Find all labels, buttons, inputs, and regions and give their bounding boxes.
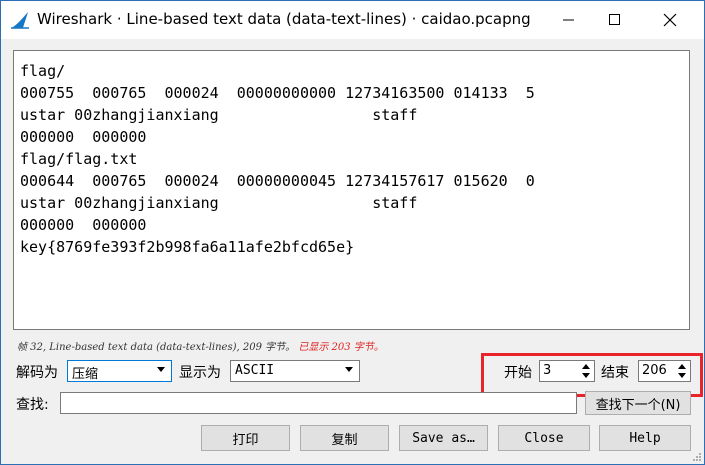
copy-button[interactable]: 复制 — [300, 425, 389, 451]
close-window-button[interactable] — [647, 1, 693, 39]
text-line: 000755 000765 000024 00000000000 1273416… — [20, 84, 535, 102]
maximize-button[interactable] — [592, 1, 638, 39]
status-text: 帧 32, Line-based text data (data-text-li… — [17, 342, 296, 353]
show-as-select[interactable]: ASCII — [230, 360, 360, 382]
show-as-value: ASCII — [235, 363, 275, 378]
find-label: 查找: — [16, 397, 49, 413]
decode-as-value: 压缩 — [72, 367, 99, 382]
status-line: 帧 32, Line-based text data (data-text-li… — [17, 338, 384, 353]
text-line: ustar 00zhangjianxiang staff — [20, 106, 418, 124]
text-line: key{8769fe393f2b998fa6a11afe2bfcd65e} — [20, 238, 355, 256]
text-line: flag/flag.txt — [20, 150, 138, 168]
resize-grip-icon[interactable] — [692, 452, 702, 462]
text-line: 000000 000000 — [20, 216, 147, 234]
chevron-down-icon — [157, 367, 165, 372]
title-bar: Wireshark · Line-based text data (data-t… — [1, 1, 704, 39]
show-as-label: 显示为 — [179, 365, 221, 381]
close-button[interactable]: Close — [498, 425, 590, 451]
text-line: 000644 000765 000024 00000000045 1273415… — [20, 172, 535, 190]
print-button[interactable]: 打印 — [201, 425, 290, 451]
chevron-down-icon — [345, 367, 353, 372]
text-line: ustar 00zhangjianxiang staff — [20, 194, 418, 212]
find-next-button[interactable]: 查找下一个(N) — [585, 391, 691, 415]
packet-text-view[interactable]: flag/ 000755 000765 000024 00000000000 1… — [13, 50, 690, 330]
window-title: Wireshark · Line-based text data (data-t… — [37, 10, 531, 28]
status-shown-bytes: 已显示 203 字节。 — [298, 342, 384, 353]
minimize-button[interactable] — [546, 1, 592, 39]
save-as-button[interactable]: Save as… — [399, 425, 488, 451]
help-button[interactable]: Help — [599, 425, 691, 451]
maximize-icon — [609, 14, 620, 25]
wireshark-fin-icon — [11, 12, 29, 29]
decode-as-select[interactable]: 压缩 — [67, 360, 172, 382]
text-line: flag/ — [20, 62, 66, 80]
text-line: 000000 000000 — [20, 128, 147, 146]
dialog-window: Wireshark · Line-based text data (data-t… — [0, 0, 705, 465]
decode-as-label: 解码为 — [16, 365, 58, 381]
close-icon — [663, 13, 677, 27]
minimize-icon — [563, 19, 574, 21]
find-input[interactable] — [60, 392, 577, 414]
